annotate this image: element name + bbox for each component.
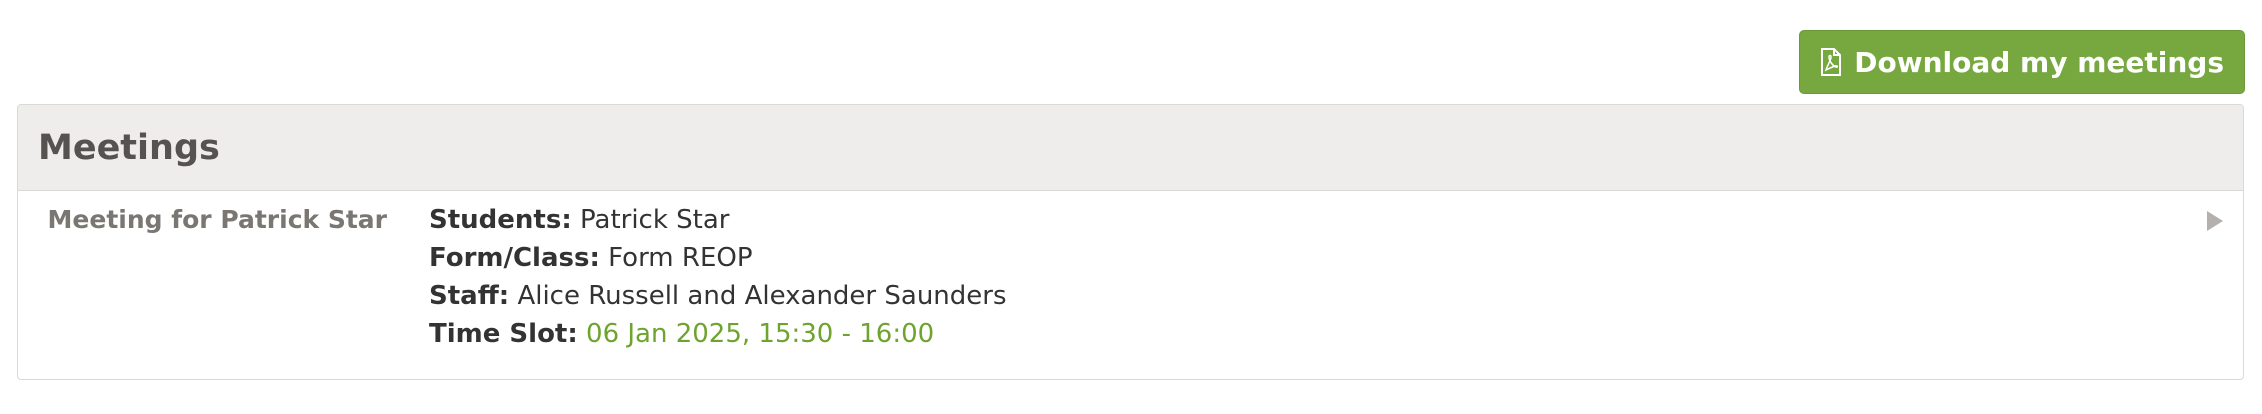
staff-line: Staff: Alice Russell and Alexander Saund… (429, 277, 1007, 315)
toolbar: Download my meetings (1799, 30, 2245, 94)
students-key: Students: (429, 205, 572, 235)
page: Download my meetings Meetings Meeting fo… (0, 0, 2262, 414)
time-slot-line: Time Slot: 06 Jan 2025, 15:30 - 16:00 (429, 315, 1007, 353)
panel-header: Meetings (18, 105, 2243, 191)
students-value: Patrick Star (580, 205, 730, 235)
meeting-label: Meeting for Patrick Star (47, 205, 387, 234)
time-slot-value: 06 Jan 2025, 15:30 - 16:00 (586, 319, 935, 349)
download-meetings-button[interactable]: Download my meetings (1799, 30, 2245, 94)
form-class-key: Form/Class: (429, 243, 600, 273)
play-arrow-icon[interactable] (2207, 211, 2223, 231)
staff-key: Staff: (429, 281, 510, 311)
meetings-panel: Meetings Meeting for Patrick Star Studen… (17, 104, 2244, 380)
meeting-row[interactable]: Meeting for Patrick Star Students: Patri… (18, 191, 2243, 379)
students-line: Students: Patrick Star (429, 201, 1007, 239)
staff-value: Alice Russell and Alexander Saunders (517, 281, 1007, 311)
pdf-file-icon (1820, 48, 1842, 76)
form-class-value: Form REOP (608, 243, 753, 273)
panel-title: Meetings (38, 127, 220, 168)
meeting-details: Students: Patrick Star Form/Class: Form … (429, 201, 1007, 353)
download-button-label: Download my meetings (1854, 45, 2224, 79)
time-slot-key: Time Slot: (429, 319, 578, 349)
form-class-line: Form/Class: Form REOP (429, 239, 1007, 277)
